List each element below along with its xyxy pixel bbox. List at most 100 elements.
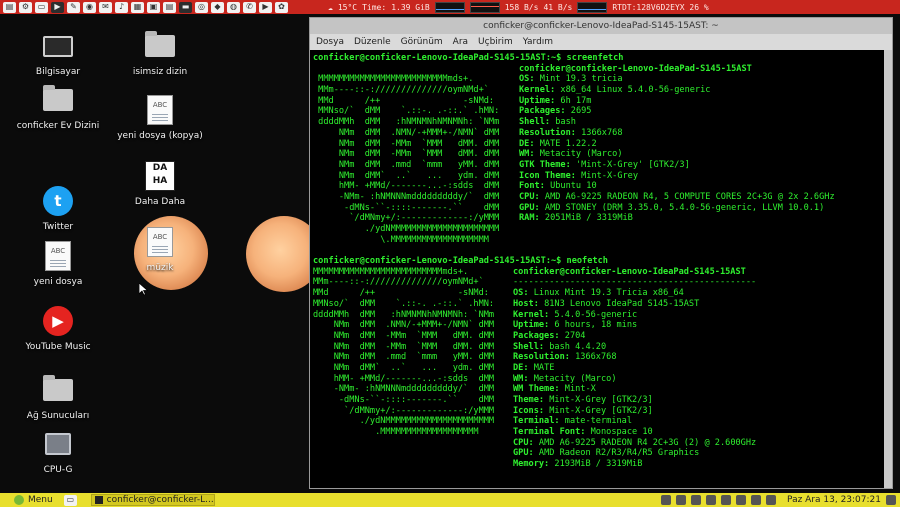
neofetch-line: .MMMMMMMMMMMMMMMMMMM Terminal Font: Monos… [313, 427, 884, 438]
neofetch-line: ddddMMh dMM :hNMNMNhNMNMNh: `NMm Kernel: … [313, 310, 884, 321]
memory-readout: 1.39 GiB [391, 2, 430, 12]
sysinfo-line: Shell: bash [519, 117, 576, 128]
menu-button[interactable]: Menu [0, 493, 61, 507]
tray-app-icon[interactable] [691, 495, 702, 505]
desktop-icon-yeni-dosya[interactable]: ABC yeni dosya [10, 240, 106, 287]
ascii-art-line: MMMMMMMMMMMMMMMMMMMMMMMMMmds+. [313, 266, 469, 277]
menu-yardim[interactable]: Yardım [523, 37, 553, 47]
taskbar-item-label: conficker@conficker-L... [106, 495, 214, 505]
system-monitor-launcher-icon[interactable]: ▬ [179, 1, 192, 13]
desktop-icon-label: Twitter [42, 222, 74, 232]
music-launcher-icon[interactable]: ♪ [115, 1, 128, 13]
bluetooth-icon[interactable] [751, 495, 762, 505]
office-launcher-icon[interactable]: ▤ [163, 1, 176, 13]
desktop-icon-label: CPU-G [43, 465, 73, 475]
sysinfo-key: Uptime: [519, 95, 556, 106]
sysinfo-line: Terminal Font: Monospace 10 [513, 427, 653, 438]
desktop-icon-twitter[interactable]: t Twitter [10, 185, 106, 232]
battery-icon[interactable] [736, 495, 747, 505]
chat-launcher-icon[interactable]: ✆ [243, 1, 256, 13]
browser-launcher-icon[interactable]: ◉ [83, 1, 96, 13]
image-viewer-launcher-icon[interactable]: ▣ [147, 1, 160, 13]
sysinfo-key: Shell: [519, 117, 551, 128]
desktop-icon-bilgisayar[interactable]: Bilgisayar [10, 30, 106, 77]
desktop-icon-muzik[interactable]: ABC müzik [112, 226, 208, 273]
terminal-output[interactable]: conficker@conficker-Lenovo-IdeaPad-S145-… [310, 50, 884, 488]
sysinfo-line: OS: Mint 19.3 tricia [519, 74, 623, 85]
terminal-window[interactable]: conficker@conficker-Lenovo-IdeaPad-S145-… [309, 17, 893, 489]
menu-launcher-icon[interactable]: ▤ [3, 1, 16, 13]
settings-launcher-icon[interactable]: ⚙ [19, 1, 32, 13]
sysinfo-key: Host: [513, 298, 539, 309]
desktop-icon-youtube-music[interactable]: ▶ YouTube Music [10, 305, 106, 352]
sysinfo-key: Uptime: [513, 320, 550, 331]
user-icon[interactable] [886, 495, 896, 505]
sysinfo-key: Terminal: [513, 416, 560, 427]
text-editor-launcher-icon[interactable]: ✎ [67, 1, 80, 13]
home-folder-icon [42, 84, 74, 116]
text-document-icon: ABC [42, 240, 74, 272]
ascii-art-line: NMm dMM` ..` ... ydm. dMM [313, 362, 495, 373]
sysinfo-line: Kernel: x86_64 Linux 5.4.0-56-generic [519, 85, 710, 96]
sysinfo-line: RAM: 2051MiB / 3319MiB [519, 213, 633, 224]
menu-gorunum[interactable]: Görünüm [401, 37, 443, 47]
neofetch-line: Memory: 2193MiB / 3319MiB [313, 459, 884, 470]
desktop-icon-yeni-dosya-kopya[interactable]: ABC yeni dosya (kopya) [112, 94, 208, 141]
desktop-icon-daha-daha[interactable]: DA HA Daha Daha [112, 160, 208, 207]
desktop-icon-cpu-g[interactable]: CPU-G [10, 428, 106, 475]
file-manager-launcher-icon[interactable]: ▭ [35, 1, 48, 13]
desktop-icon-label: Ağ Sunucuları [26, 411, 90, 421]
sysinfo-line: Resolution: 1366x768 [513, 352, 617, 363]
disks-launcher-icon[interactable]: ◍ [227, 1, 240, 13]
menu-dosya[interactable]: Dosya [316, 37, 344, 47]
sysinfo-line: Packages: 2695 [519, 106, 591, 117]
sysinfo-key: Icons: [513, 405, 545, 416]
neofetch-line: GPU: AMD Radeon R2/R3/R4/R5 Graphics [313, 448, 884, 459]
terminal-titlebar[interactable]: conficker@conficker-Lenovo-IdeaPad-S145-… [310, 18, 892, 34]
sysinfo-value: Ubuntu 10 [550, 181, 597, 192]
sysinfo-line: Shell: bash 4.4.20 [513, 342, 606, 353]
tray-app-icon[interactable] [661, 495, 672, 505]
neofetch-line: NMm dMM .mmd `mmm yMM. dMM Resolution: 13… [313, 352, 884, 363]
panel-applets: ☁ 15°C Time: 1.39 GiB 158 B/s 41 B/s RTD… [328, 0, 709, 14]
time-label: Time: [362, 2, 387, 12]
ascii-art-line: NMm dMM .NMN/-+MMM+-/NMN` dMM [313, 127, 500, 138]
temperature-readout[interactable]: 15°C [338, 3, 357, 12]
sysinfo-value: Linux Mint 19.3 Tricia x86_64 [533, 288, 684, 299]
sysinfo-line: GPU: AMD Radeon R2/R3/R4/R5 Graphics [513, 448, 699, 459]
mail-launcher-icon[interactable]: ✉ [99, 1, 112, 13]
video-launcher-icon[interactable]: ▶ [259, 1, 272, 13]
sysinfo-line: OS: Linux Mint 19.3 Tricia x86_64 [513, 288, 684, 299]
menu-ara[interactable]: Ara [453, 37, 468, 47]
weather-icon[interactable]: ☁ [328, 3, 333, 12]
menu-duzenle[interactable]: Düzenle [354, 37, 391, 47]
tray-app-icon[interactable] [676, 495, 687, 505]
terminal-scrollbar[interactable] [884, 50, 892, 488]
network-icon[interactable] [706, 495, 717, 505]
desktop-icon-home[interactable]: conficker Ev Dizini [10, 84, 106, 131]
sysinfo-value: AMD A6-9225 RADEON R4 2C+3G (2) @ 2.600G… [538, 437, 757, 448]
sysinfo-line: Packages: 2704 [513, 331, 585, 342]
ascii-art-line: `/dMNmy+/:-------------:/yMMM [313, 405, 495, 416]
clock[interactable]: Paz Ara 13, 23:07:21 [787, 495, 881, 505]
desktop-icon-ag-sunuculari[interactable]: Ağ Sunucuları [10, 374, 106, 421]
memory-graph[interactable] [469, 1, 500, 13]
software-launcher-icon[interactable]: ◆ [211, 1, 224, 13]
sysinfo-key: GTK Theme: [519, 159, 571, 170]
taskbar-terminal-button[interactable]: conficker@conficker-L... [90, 494, 215, 506]
network-graph[interactable] [577, 1, 608, 13]
volume-icon[interactable] [721, 495, 732, 505]
menu-ucbirim[interactable]: Uçbirim [478, 37, 513, 47]
desktop-icon-isimsiz-dizin[interactable]: isimsiz dizin [112, 30, 208, 77]
notification-icon[interactable] [766, 495, 777, 505]
ascii-art-line: \.MMMMMMMMMMMMMMMMMMM [313, 234, 489, 245]
screenshot-launcher-icon[interactable]: ◎ [195, 1, 208, 13]
cpu-graph[interactable] [434, 1, 465, 13]
sysinfo-key: DE: [513, 362, 529, 373]
terminal-launcher-icon[interactable]: ▶ [51, 1, 64, 13]
sysinfo-value: 2051MiB / 3319MiB [544, 213, 633, 224]
calculator-launcher-icon[interactable]: ▦ [131, 1, 144, 13]
show-desktop-icon[interactable]: ▭ [63, 494, 77, 506]
photos-launcher-icon[interactable]: ✿ [275, 1, 288, 13]
